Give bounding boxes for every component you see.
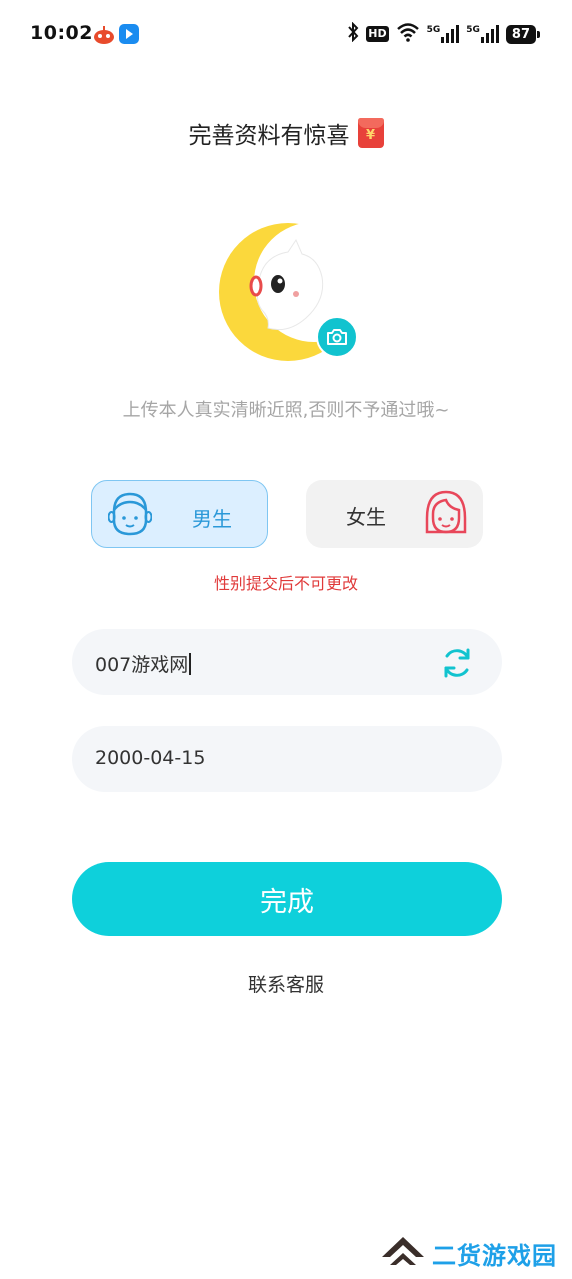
- gender-warning: 性别提交后不可更改: [213, 574, 358, 593]
- gender-male-option[interactable]: 男生: [91, 480, 268, 548]
- gender-female-option[interactable]: 女生: [306, 480, 483, 548]
- birthday-input[interactable]: 2000-04-15: [95, 747, 205, 769]
- wifi-icon: [396, 22, 420, 46]
- text-caret: [189, 653, 191, 675]
- boy-face-icon: [107, 490, 153, 542]
- avatar-hint: 上传本人真实清晰近照,否则不予通过哦~: [122, 400, 450, 421]
- contact-service-link[interactable]: 联系客服: [0, 970, 572, 997]
- submit-button[interactable]: 完成: [72, 862, 502, 936]
- page-title: 完善资料有惊喜: [188, 123, 350, 149]
- birthday-field[interactable]: 2000-04-15: [72, 726, 502, 792]
- status-time: 10:02: [30, 22, 93, 44]
- watermark-text: 二货游戏园: [432, 1241, 557, 1270]
- camera-icon: [327, 329, 347, 345]
- header: 完善资料有惊喜 ¥: [0, 116, 572, 150]
- hd-badge: HD: [366, 26, 389, 42]
- status-indicators: HD 5G 5G 87: [347, 21, 541, 46]
- bluetooth-icon: [347, 21, 359, 46]
- refresh-icon[interactable]: [440, 646, 474, 680]
- notification-app-icon-blue: [119, 24, 139, 44]
- gender-female-label: 女生: [346, 505, 386, 529]
- signal-icon-2: 5G: [466, 25, 499, 43]
- status-bar: 10:02 HD 5G 5G 87: [0, 0, 572, 68]
- girl-face-icon: [423, 488, 469, 542]
- notification-app-icon: [93, 24, 115, 44]
- watermark-logo-icon: [380, 1231, 426, 1275]
- gender-male-label: 男生: [192, 507, 232, 531]
- camera-button[interactable]: [316, 316, 358, 358]
- battery-indicator: 87: [505, 24, 541, 44]
- red-packet-icon: ¥: [357, 118, 384, 148]
- nickname-input[interactable]: 007游戏网: [95, 650, 191, 677]
- watermark: 二货游戏园: [380, 1230, 557, 1276]
- nickname-field[interactable]: 007游戏网: [72, 629, 502, 695]
- signal-icon-1: 5G: [427, 25, 460, 43]
